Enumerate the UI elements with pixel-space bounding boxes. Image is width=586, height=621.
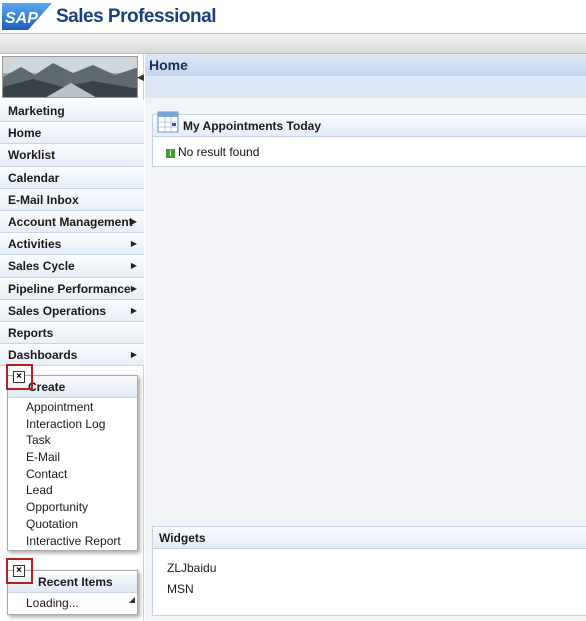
chevron-right-icon: ▶ <box>130 305 137 315</box>
close-icon[interactable]: × <box>13 565 25 577</box>
create-interaction-log[interactable]: Interaction Log <box>8 416 137 433</box>
chevron-right-icon: ▶ <box>130 350 137 360</box>
nav-item-calendar[interactable]: Calendar <box>0 166 144 189</box>
page-subheader <box>145 76 586 98</box>
resize-corner-icon: ◢ <box>128 595 135 604</box>
info-icon: i <box>166 149 175 158</box>
nav-item-label: Account Management <box>8 214 133 229</box>
appointments-panel: My Appointments Today i No result found <box>152 111 586 167</box>
widget-item-msn[interactable]: MSN <box>167 582 194 596</box>
nav-item-marketing[interactable]: Marketing <box>0 100 144 123</box>
widget-item-zljbaidu[interactable]: ZLJbaidu <box>167 561 216 575</box>
nav-item-pipeline-performance[interactable]: Pipeline Performance ▶ <box>0 277 144 300</box>
chevron-right-icon: ▶ <box>130 261 137 271</box>
nav-item-dashboards[interactable]: Dashboards ▶ <box>0 344 144 367</box>
calendar-icon <box>157 111 179 133</box>
app-header: SAP Sales Professional <box>0 0 586 33</box>
nav-item-label: Dashboards <box>8 348 78 363</box>
nav-item-label: Pipeline Performance <box>8 281 131 296</box>
main-content: Home My Appointments Today i No result fo… <box>145 54 586 621</box>
nav-item-activities[interactable]: Activities ▶ <box>0 233 144 256</box>
widgets-panel: Widgets ZLJbaidu MSN <box>152 526 586 616</box>
create-menu: Create Appointment Interaction Log Task … <box>7 375 138 551</box>
create-task[interactable]: Task <box>8 432 137 449</box>
nav-item-label: Calendar <box>8 170 60 185</box>
create-interactive-report[interactable]: Interactive Report <box>8 533 137 550</box>
nav-item-account-management[interactable]: Account Management ▶ <box>0 210 144 234</box>
nav-item-worklist[interactable]: Worklist <box>0 144 144 167</box>
nav-item-home[interactable]: Home <box>0 122 144 145</box>
nav-item-label: E-Mail Inbox <box>8 192 79 207</box>
create-opportunity[interactable]: Opportunity <box>8 499 137 516</box>
nav-collapse-arrow[interactable]: ◀ <box>137 72 144 83</box>
create-quotation[interactable]: Quotation <box>8 516 137 533</box>
chevron-right-icon: ▶ <box>130 239 137 249</box>
nav-item-label: Sales Cycle <box>8 259 75 274</box>
chevron-right-icon: ▶ <box>130 283 137 293</box>
empty-text: No result found <box>178 145 260 159</box>
nav-list: Marketing Home Worklist Calendar E-Mail … <box>0 100 144 367</box>
nav-item-sales-operations[interactable]: Sales Operations ▶ <box>0 299 144 322</box>
nav-item-label: Worklist <box>8 148 56 163</box>
create-contact[interactable]: Contact <box>8 466 137 483</box>
recent-menu-close-highlight[interactable]: × <box>6 558 33 584</box>
close-icon[interactable]: × <box>13 371 25 383</box>
nav-item-label: Activities <box>8 237 62 252</box>
create-lead[interactable]: Lead <box>8 482 137 499</box>
page-title: Home <box>145 54 586 76</box>
app-title: Sales Professional <box>56 6 216 27</box>
nav-item-reports[interactable]: Reports <box>0 321 144 345</box>
toolbar-strip <box>0 33 586 54</box>
sap-logo: SAP <box>2 3 52 30</box>
nav-item-sales-cycle[interactable]: Sales Cycle ▶ <box>0 255 144 278</box>
nav-item-label: Sales Operations <box>8 303 107 318</box>
appointments-empty-message: i No result found <box>153 137 586 159</box>
appointments-title: My Appointments Today <box>183 119 321 133</box>
nav-item-label: Home <box>8 126 42 141</box>
create-email[interactable]: E-Mail <box>8 449 137 466</box>
nav-item-label: Reports <box>8 325 54 340</box>
chevron-right-icon: ▶ <box>130 216 137 226</box>
create-menu-close-highlight[interactable]: × <box>6 364 33 390</box>
recent-items-label: Recent Items <box>38 575 113 589</box>
appointments-panel-header: My Appointments Today <box>153 111 586 137</box>
widgets-title: Widgets <box>159 531 206 545</box>
nav-item-email-inbox[interactable]: E-Mail Inbox <box>0 188 144 211</box>
nav-banner-image <box>2 56 138 98</box>
nav-item-label: Marketing <box>8 104 65 118</box>
widgets-panel-header: Widgets <box>153 527 586 549</box>
create-appointment[interactable]: Appointment <box>8 399 137 416</box>
svg-text:SAP: SAP <box>5 10 38 27</box>
recent-item: Loading... <box>26 596 79 610</box>
